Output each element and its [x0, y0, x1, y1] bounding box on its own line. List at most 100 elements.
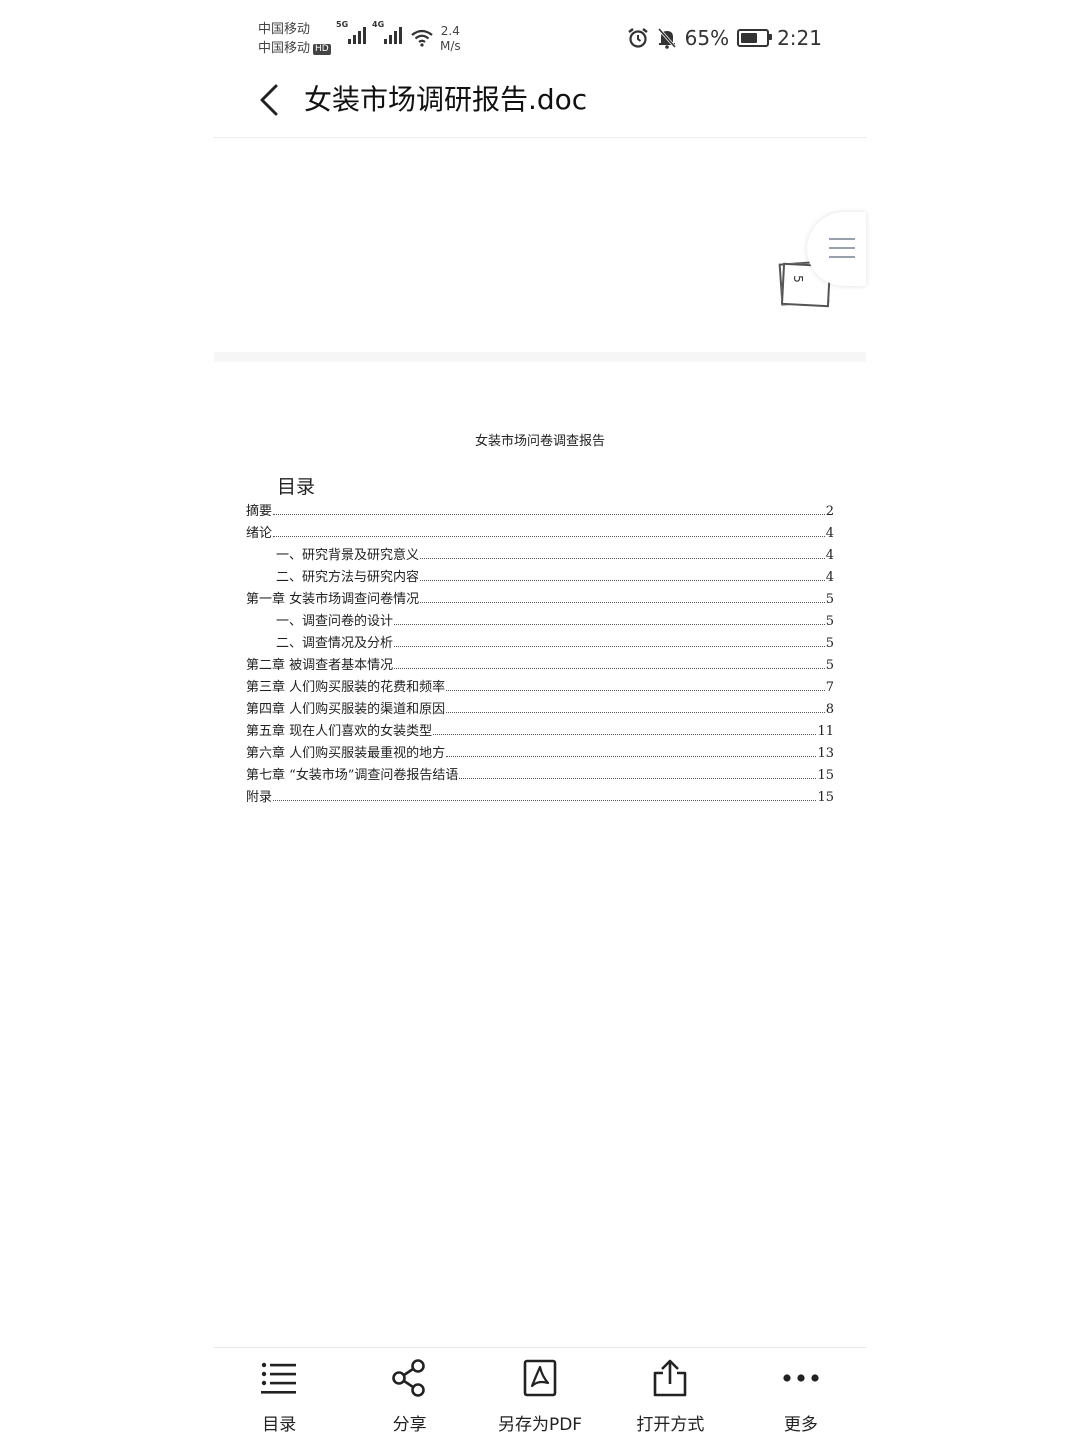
toc-leader-dots	[394, 623, 825, 625]
toc-entry-label: 附录	[246, 790, 273, 805]
toc-entry-label: 第二章 被调查者基本情况	[246, 658, 394, 673]
toc-leader-dots	[433, 733, 817, 735]
app-header: 女装市场调研报告.doc	[214, 72, 866, 136]
left-margin	[0, 0, 214, 1440]
alarm-icon	[627, 28, 648, 48]
wifi-icon	[411, 29, 433, 47]
toc-entry[interactable]: 绪论 4	[246, 522, 834, 544]
toolbar-toc-label: 目录	[262, 1415, 297, 1435]
document-page: 女装市场问卷调查报告 目录 摘要 2 绪论 4 一、研究背景及研究意义 4 二、研究方法与研…	[214, 362, 866, 1347]
signal-5g-icon: 5G	[336, 20, 366, 44]
toc-entry[interactable]: 第七章 “女装市场”调查问卷报告结语 15	[246, 764, 834, 786]
toolbar-toc-button[interactable]: 目录	[214, 1348, 344, 1440]
toolbar-save-pdf-button[interactable]: 另存为PDF	[475, 1348, 605, 1440]
toc-entry[interactable]: 第一章 女装市场调查问卷情况 5	[246, 588, 834, 610]
network-speed: 2.4 M/s	[440, 24, 461, 53]
toc-entry[interactable]: 第六章 人们购买服装最重视的地方 13	[246, 742, 834, 764]
toc-entry-page: 5	[825, 658, 834, 673]
page-number: 5	[790, 275, 805, 283]
toc-entry-page: 4	[825, 526, 834, 541]
share-icon	[391, 1359, 425, 1397]
toolbar-open-with-label: 打开方式	[636, 1415, 705, 1435]
toc-entry-label: 一、研究背景及研究意义	[276, 548, 420, 563]
toolbar-save-pdf-label: 另存为PDF	[497, 1415, 583, 1435]
toc-entry-page: 5	[825, 636, 834, 651]
toc-leader-dots	[446, 689, 825, 691]
toc-entry[interactable]: 一、调查问卷的设计 5	[246, 610, 834, 632]
toc-entry-label: 第三章 人们购买服装的花费和频率	[246, 680, 446, 695]
toc-leader-dots	[273, 513, 825, 515]
back-arrow-icon[interactable]	[252, 80, 292, 120]
carrier-info: 中国移动 中国移动 HD	[258, 20, 331, 58]
toc-entry-page: 4	[825, 548, 834, 563]
toc-leader-dots	[420, 579, 825, 581]
toc-entry[interactable]: 一、研究背景及研究意义 4	[246, 544, 834, 566]
right-margin	[866, 0, 1080, 1440]
bottom-toolbar: 目录 分享 另存为PDF 打开方式 更多	[214, 1348, 866, 1440]
previous-page	[214, 138, 866, 352]
toc-entry[interactable]: 第三章 人们购买服装的花费和频率 7	[246, 676, 834, 698]
clock: 2:21	[777, 26, 822, 50]
mute-bell-icon	[657, 28, 676, 49]
list-icon	[261, 1362, 297, 1394]
table-of-contents: 摘要 2 绪论 4 一、研究背景及研究意义 4 二、研究方法与研究内容 4 第一章 女装市场调查…	[246, 500, 834, 808]
toc-entry-page: 4	[825, 570, 834, 585]
toc-entry-page: 5	[825, 614, 834, 629]
toolbar-more-button[interactable]: 更多	[736, 1348, 866, 1440]
toc-leader-dots	[394, 645, 825, 647]
toc-entry-label: 第七章 “女装市场”调查问卷报告结语	[246, 768, 459, 783]
toc-entry-label: 第六章 人们购买服装最重视的地方	[246, 746, 446, 761]
toc-leader-dots	[420, 557, 825, 559]
toc-heading: 目录	[277, 476, 316, 498]
toc-entry-page: 13	[817, 746, 834, 761]
toc-leader-dots	[459, 777, 817, 779]
carrier-2: 中国移动	[258, 41, 311, 56]
toc-entry-label: 第一章 女装市场调查问卷情况	[246, 592, 420, 607]
toc-entry-label: 二、调查情况及分析	[276, 636, 394, 651]
toc-entry[interactable]: 第五章 现在人们喜欢的女装类型 11	[246, 720, 834, 742]
toc-entry-page: 15	[817, 768, 834, 783]
toc-entry-page: 5	[825, 592, 834, 607]
toc-entry-label: 绪论	[246, 526, 273, 541]
toc-entry[interactable]: 摘要 2	[246, 500, 834, 522]
upload-icon	[654, 1359, 687, 1397]
toc-leader-dots	[273, 535, 825, 537]
carrier-1: 中国移动	[258, 22, 311, 37]
toolbar-open-with-button[interactable]: 打开方式	[605, 1348, 735, 1440]
pdf-icon	[523, 1359, 557, 1397]
toc-entry-label: 摘要	[246, 504, 273, 519]
toc-entry-page: 15	[817, 790, 834, 805]
toc-leader-dots	[446, 755, 817, 757]
toolbar-more-label: 更多	[783, 1415, 818, 1435]
toc-entry-label: 一、调查问卷的设计	[276, 614, 394, 629]
toc-entry-label: 二、研究方法与研究内容	[276, 570, 420, 585]
toc-entry-label: 第五章 现在人们喜欢的女装类型	[246, 724, 433, 739]
hd-badge: HD	[313, 44, 331, 55]
toc-entry[interactable]: 二、调查情况及分析 5	[246, 632, 834, 654]
signal-4g-icon: 4G	[372, 20, 402, 44]
toc-entry-page: 8	[825, 702, 834, 717]
toc-leader-dots	[273, 799, 817, 801]
status-right: 65% 2:21	[627, 26, 822, 50]
toc-entry-label: 第四章 人们购买服装的渠道和原因	[246, 702, 446, 717]
toolbar-share-button[interactable]: 分享	[344, 1348, 474, 1440]
menu-lines-icon	[829, 238, 855, 265]
toc-entry[interactable]: 第二章 被调查者基本情况 5	[246, 654, 834, 676]
battery-icon	[737, 29, 773, 47]
toc-entry-page: 11	[817, 724, 834, 739]
toc-leader-dots	[446, 711, 825, 713]
toolbar-share-label: 分享	[392, 1415, 427, 1435]
more-icon	[783, 1374, 819, 1382]
document-title: 女装市场调研报告.doc	[304, 83, 588, 116]
status-bar: 中国移动 中国移动 HD 5G 4G 2.4 M/s 65% 2:21	[214, 18, 866, 62]
doc-heading: 女装市场问卷调查报告	[474, 434, 605, 449]
toc-entry[interactable]: 附录 15	[246, 786, 834, 808]
toc-leader-dots	[394, 667, 825, 669]
phone-screen: 中国移动 中国移动 HD 5G 4G 2.4 M/s 65% 2:21 女装市场…	[214, 0, 866, 1440]
toc-entry[interactable]: 二、研究方法与研究内容 4	[246, 566, 834, 588]
page-gap	[214, 352, 866, 362]
toc-leader-dots	[420, 601, 825, 603]
toc-entry-page: 7	[825, 680, 834, 695]
toc-entry[interactable]: 第四章 人们购买服装的渠道和原因 8	[246, 698, 834, 720]
toc-entry-page: 2	[825, 504, 834, 519]
